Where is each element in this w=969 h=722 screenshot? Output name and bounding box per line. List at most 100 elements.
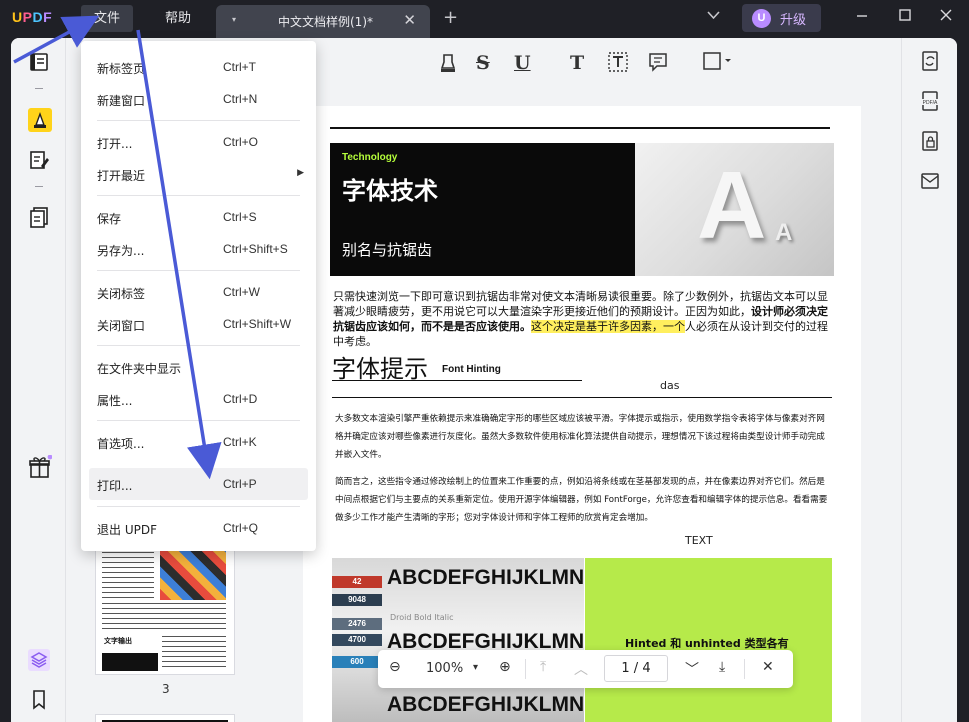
app-window: UPDF 文件 帮助 ▾ 中文文档样例(1)* ✕ + U 升级 文字输出 3 … (0, 0, 969, 722)
chevron-down-icon[interactable] (707, 10, 720, 23)
zoom-out-icon[interactable]: ⊖ (389, 659, 401, 675)
menu-print[interactable]: 打印... Ctrl+P (89, 468, 308, 500)
photo-tag: 42 (332, 576, 382, 588)
minimize-icon[interactable] (856, 9, 868, 25)
menu-show-in-folder[interactable]: 在文件夹中显示 (89, 351, 308, 383)
menu-help[interactable]: 帮助 (152, 5, 204, 32)
hero-tag: Technology (342, 152, 398, 163)
menu-preferences[interactable]: 首选项... Ctrl+K (89, 426, 308, 458)
font-sample-row: ABCDEFGHIJKLMNO (387, 566, 584, 589)
updf-logo: UPDF (12, 9, 53, 25)
thumbnail-text-lines (102, 547, 154, 599)
organize-pages-icon[interactable] (28, 206, 50, 228)
layers-icon[interactable] (28, 649, 50, 671)
menu-divider (97, 270, 300, 271)
upgrade-label: 升级 (780, 13, 807, 28)
last-page-icon[interactable]: ⤓ (719, 659, 725, 675)
menu-exit[interactable]: 退出 UPDF Ctrl+Q (89, 512, 308, 544)
text-annotation[interactable]: das (660, 379, 679, 392)
protect-icon[interactable] (919, 130, 941, 152)
hero-title: 字体技术 (342, 177, 438, 205)
heading-rule (332, 380, 582, 381)
menu-close-window[interactable]: 关闭窗口 Ctrl+Shift+W (89, 308, 308, 340)
menu-new-tab[interactable]: 新标签页 Ctrl+T (89, 51, 308, 83)
convert-icon[interactable] (919, 50, 941, 72)
body-paragraph: 简而言之，这些指令通过修改绘制上的位置来工作重要的点，例如沿将条线或在茎基部发现… (335, 477, 828, 523)
title-bar: UPDF 文件 帮助 ▾ 中文文档样例(1)* ✕ + U 升级 (0, 0, 969, 38)
thumbnail-heading: 文字输出 (104, 637, 132, 645)
photo-tag: 4700 (332, 634, 382, 646)
thumbnail-text-lines (102, 603, 226, 631)
page-thumbnail-3[interactable]: 文字输出 (95, 538, 235, 675)
previous-page-icon[interactable]: ︿ (574, 659, 588, 679)
bookmark-icon[interactable] (28, 688, 50, 710)
menu-properties[interactable]: 属性... Ctrl+D (89, 383, 308, 415)
tab-title: 中文文档样例(1)* (278, 15, 373, 29)
next-page-icon[interactable]: ﹀ (685, 659, 699, 679)
gift-icon[interactable] (28, 454, 53, 478)
page-number-input[interactable]: 1 / 4 (604, 655, 668, 682)
letter-a-small: A (775, 219, 793, 246)
sticky-note-icon[interactable] (648, 52, 668, 77)
section-heading: 字体提示 (332, 355, 428, 383)
menu-file[interactable]: 文件 (81, 5, 134, 32)
hero-banner: Technology 字体技术 别名与抗锯齿 (330, 143, 635, 276)
menu-open[interactable]: 打开... Ctrl+O (89, 126, 308, 158)
strikethrough-icon[interactable]: S (476, 52, 490, 74)
menu-divider (97, 345, 300, 346)
highlighter-icon[interactable] (439, 52, 457, 79)
hero-subtitle: 别名与抗锯齿 (342, 241, 433, 259)
reader-icon[interactable] (28, 51, 50, 73)
document-tab[interactable]: ▾ 中文文档样例(1)* ✕ (216, 5, 430, 38)
tab-dropdown-icon[interactable]: ▾ (232, 15, 236, 24)
svg-text:PDF/A: PDF/A (923, 100, 938, 106)
photo-tag: 600 (332, 656, 382, 668)
font-sample-row: ABCDEFGHIJKLMNO (387, 693, 584, 716)
first-page-icon[interactable]: ⤒ (540, 659, 546, 675)
menu-divider (97, 506, 300, 507)
upgrade-button[interactable]: U 升级 (742, 4, 821, 32)
green-panel-label: Hinted 和 unhinted 类型各有 (625, 637, 789, 650)
document-page: Technology 字体技术 别名与抗锯齿 A A 只需快速浏览一下即可意识到… (303, 106, 861, 722)
new-tab-icon[interactable]: + (443, 7, 458, 28)
thumbnail-black-block (102, 653, 158, 671)
file-menu-dropdown: 新标签页 Ctrl+T 新建窗口 Ctrl+N 打开... Ctrl+O 打开最近 ▶ … (81, 41, 316, 551)
submenu-arrow-icon: ▶ (297, 168, 304, 178)
close-navbar-icon[interactable]: ✕ (762, 659, 774, 675)
comment-highlighter-icon[interactable] (28, 108, 52, 132)
shape-dropdown-icon[interactable] (703, 52, 733, 75)
zoom-level[interactable]: 100% (426, 661, 463, 676)
zoom-dropdown-icon[interactable]: ▾ (473, 662, 478, 673)
mail-icon[interactable] (919, 170, 941, 192)
menu-new-window[interactable]: 新建窗口 Ctrl+N (89, 83, 308, 115)
menu-divider (97, 195, 300, 196)
text-tool-icon[interactable]: T (570, 52, 584, 74)
right-tool-bar: PDF/A (901, 38, 957, 722)
tab-close-icon[interactable]: ✕ (403, 11, 416, 29)
font-name-label: Droid Bold Italic (390, 613, 454, 622)
menu-open-recent[interactable]: 打开最近 ▶ (89, 158, 308, 190)
body-paragraph: 大多数文本渲染引擎严重依赖提示来准确确定字形的哪些区域应该被平滑。字体提示或指示… (335, 414, 825, 460)
font-sample-photo: 42 9048 2476 4700 600 ABCDEFGHIJKLMNO Dr… (332, 558, 584, 722)
photo-tag: 2476 (332, 618, 382, 630)
menu-save-as[interactable]: 另存为... Ctrl+Shift+S (89, 233, 308, 265)
maximize-icon[interactable] (899, 9, 911, 25)
menu-divider (97, 420, 300, 421)
hero-image: A A (635, 143, 834, 276)
photo-tag: 9048 (332, 594, 382, 606)
menu-save[interactable]: 保存 Ctrl+S (89, 201, 308, 233)
divider (35, 186, 43, 187)
edit-pdf-icon[interactable] (28, 149, 50, 171)
underline-icon[interactable]: U (514, 52, 531, 74)
left-tool-bar (11, 38, 66, 722)
text-annotation[interactable]: TEXT (685, 534, 713, 547)
page-number-label: 3 (162, 682, 170, 696)
close-window-icon[interactable] (940, 9, 952, 25)
zoom-in-icon[interactable]: ⊕ (499, 659, 511, 675)
pdfa-icon[interactable]: PDF/A (919, 90, 941, 112)
divider (35, 88, 43, 89)
top-rule (330, 127, 830, 129)
page-thumbnail-4[interactable] (95, 714, 235, 722)
menu-close-tab[interactable]: 关闭标签 Ctrl+W (89, 276, 308, 308)
text-box-icon[interactable] (608, 52, 628, 77)
